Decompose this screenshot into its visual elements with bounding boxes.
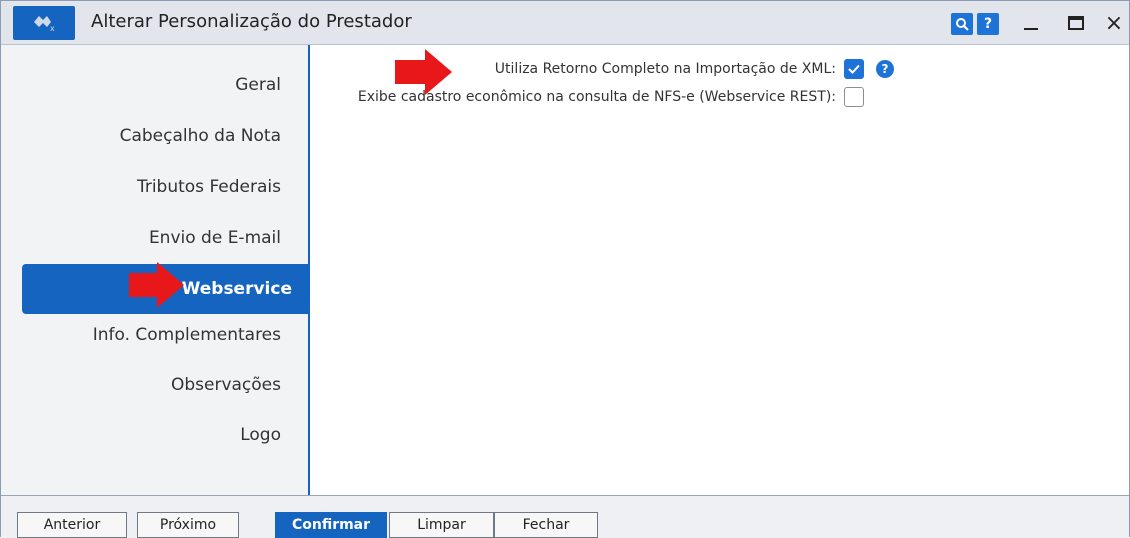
confirmar-button[interactable]: Confirmar (275, 512, 387, 538)
confirmar-label: Confirmar (291, 517, 371, 533)
sidebar-item-label: Logo (240, 425, 281, 445)
minimize-icon (1024, 28, 1038, 30)
annotation-arrow-icon (395, 49, 452, 95)
sidebar-item-label: Geral (235, 75, 281, 95)
sidebar-item-label: Observações (170, 375, 281, 395)
limpar-label: Limpar (417, 517, 466, 533)
sidebar-item-label: Info. Complementares (92, 325, 281, 345)
sidebar-item-observacoes[interactable]: Observações (1, 360, 299, 410)
checkmark-icon (848, 64, 860, 74)
sidebar-item-envio-de-email[interactable]: Envio de E-mail (1, 213, 299, 263)
sidebar-item-label: Tributos Federais (136, 177, 281, 197)
cadastro-economico-checkbox[interactable] (844, 87, 864, 107)
sidebar-item-label: Webservice (181, 279, 292, 299)
dialog-window: x Alterar Personalização do Prestador ? (0, 0, 1130, 538)
svg-text:x: x (50, 24, 55, 33)
help-icon[interactable]: ? (876, 60, 894, 78)
field-retorno-completo: Utiliza Retorno Completo na Importação d… (495, 59, 894, 79)
sidebar-item-label: Envio de E-mail (148, 228, 281, 248)
sidebar-item-info-complementares[interactable]: Info. Complementares (1, 310, 299, 360)
close-button[interactable]: × (1099, 9, 1129, 37)
app-logo-icon: x (34, 16, 55, 33)
anterior-button[interactable]: Anterior (17, 512, 127, 538)
field-label: Utiliza Retorno Completo na Importação d… (494, 61, 836, 77)
annotation-arrow-icon (129, 262, 184, 308)
footer-bar: Anterior Próximo Confirmar Limpar Fechar (1, 495, 1129, 538)
sidebar-item-label: Cabeçalho da Nota (119, 126, 281, 146)
sidebar-item-geral[interactable]: Geral (1, 60, 299, 110)
maximize-icon (1068, 16, 1084, 30)
help-icon: ? (983, 16, 993, 32)
search-button[interactable] (951, 13, 973, 35)
search-icon (956, 18, 969, 31)
sidebar-item-cabecalho-da-nota[interactable]: Cabeçalho da Nota (1, 111, 299, 161)
help-button[interactable]: ? (977, 13, 999, 35)
retorno-completo-checkbox[interactable] (844, 59, 864, 79)
content-panel: Utiliza Retorno Completo na Importação d… (310, 45, 1129, 495)
app-icon: x (13, 6, 75, 40)
anterior-label: Anterior (43, 517, 101, 533)
proximo-button[interactable]: Próximo (137, 512, 239, 538)
maximize-button[interactable] (1061, 9, 1091, 37)
proximo-label: Próximo (159, 517, 217, 533)
sidebar-item-logo[interactable]: Logo (1, 410, 299, 460)
window-title: Alterar Personalização do Prestador (91, 11, 412, 32)
limpar-button[interactable]: Limpar (389, 512, 494, 538)
fechar-label: Fechar (522, 517, 570, 533)
title-bar: x Alterar Personalização do Prestador ? (1, 1, 1129, 45)
minimize-button[interactable] (1016, 9, 1046, 37)
sidebar-item-tributos-federais[interactable]: Tributos Federais (1, 162, 299, 212)
close-icon: × (1104, 10, 1124, 36)
fechar-button[interactable]: Fechar (494, 512, 598, 538)
